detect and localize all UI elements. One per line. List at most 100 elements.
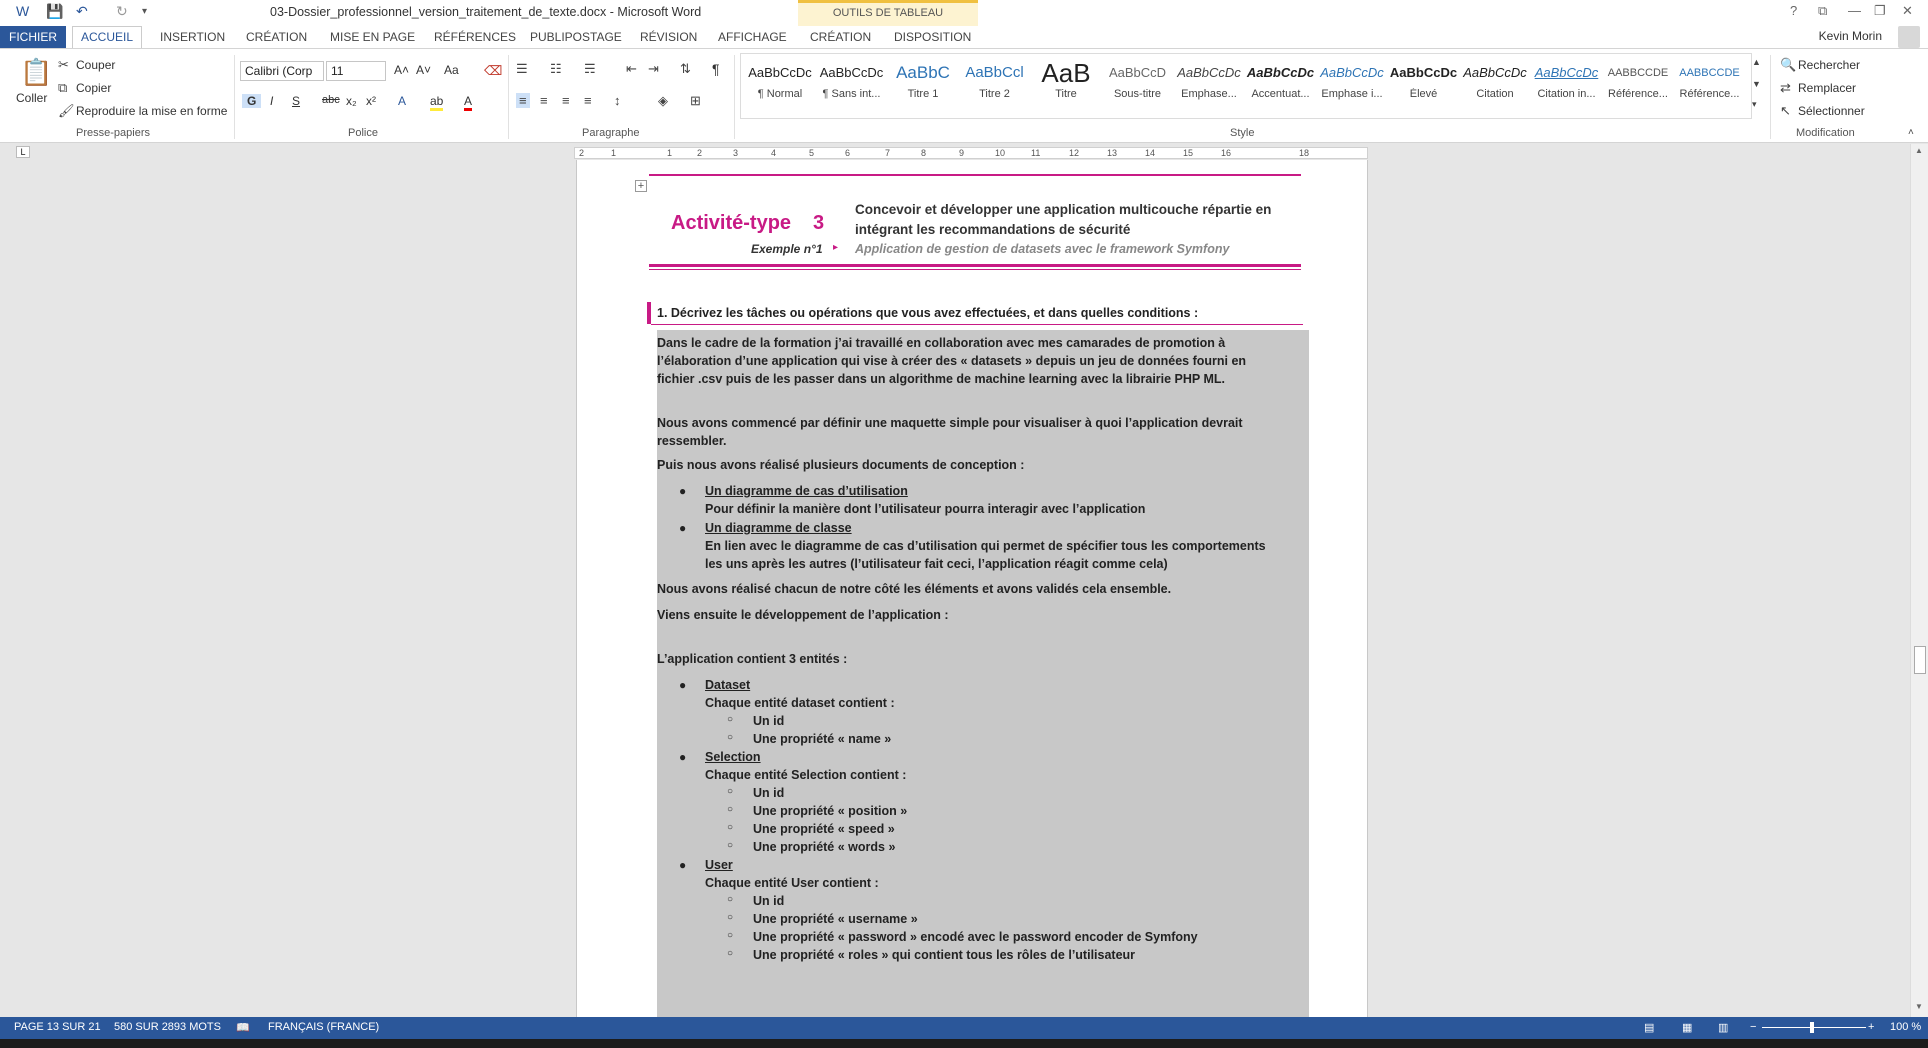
- style-item[interactable]: AaBbCcl Titre 2: [960, 58, 1030, 114]
- find-button[interactable]: Rechercher: [1798, 58, 1860, 72]
- document-page[interactable]: + Activité-type 3 Concevoir et développe…: [576, 160, 1368, 1018]
- tab-file[interactable]: FICHIER: [0, 26, 66, 48]
- select-button[interactable]: Sélectionner: [1798, 104, 1865, 118]
- style-item[interactable]: AaB Titre: [1031, 58, 1101, 114]
- decrease-indent-icon[interactable]: ⇤: [626, 61, 637, 77]
- shading-icon[interactable]: ◈: [658, 93, 668, 109]
- horizontal-ruler[interactable]: 2 1 1 2 3 4 5 6 7 8 9 10 11 12 13 14 15 16 18: [574, 147, 1368, 159]
- tab-table-design[interactable]: CRÉATION: [810, 30, 871, 44]
- style-item[interactable]: AaBbCcDc Citation in...: [1532, 58, 1602, 114]
- shrink-font-button[interactable]: A˅: [416, 63, 431, 77]
- style-item[interactable]: AaBbCcDc Élevé: [1389, 58, 1459, 114]
- highlight-button[interactable]: ab: [430, 94, 444, 111]
- tab-view[interactable]: AFFICHAGE: [718, 30, 787, 44]
- tab-references[interactable]: RÉFÉRENCES: [434, 30, 516, 44]
- minimize-icon[interactable]: —: [1848, 3, 1861, 18]
- zoom-slider[interactable]: [1762, 1027, 1866, 1028]
- read-mode-icon[interactable]: ▤: [1644, 1021, 1654, 1034]
- style-item[interactable]: AaBbCcDc ¶ Sans int...: [817, 58, 887, 114]
- bullet2-desc-line2: les uns après les autres (l’utilisateur …: [705, 557, 1168, 571]
- style-item[interactable]: AaBbCcDc Emphase...: [1174, 58, 1244, 114]
- scroll-up-icon[interactable]: ▲: [1915, 146, 1923, 155]
- scroll-thumb[interactable]: [1914, 646, 1926, 674]
- entity3-title: User: [705, 858, 733, 872]
- tab-insert[interactable]: INSERTION: [160, 30, 225, 44]
- line-spacing-icon[interactable]: ↕: [614, 93, 621, 108]
- text-effects-button[interactable]: A: [398, 94, 406, 108]
- show-marks-button[interactable]: ¶: [712, 61, 720, 77]
- tab-mailings[interactable]: PUBLIPOSTAGE: [530, 30, 622, 44]
- print-layout-icon[interactable]: ▦: [1682, 1021, 1692, 1034]
- word-count[interactable]: 580 SUR 2893 MOTS: [114, 1021, 221, 1033]
- multilevel-list-icon[interactable]: ☴: [584, 61, 596, 77]
- ribbon-display-icon[interactable]: ⧉: [1818, 3, 1827, 19]
- undo-icon[interactable]: ↶: [76, 3, 88, 20]
- styles-scroll-up-icon[interactable]: ▲: [1752, 57, 1761, 67]
- format-painter-button[interactable]: Reproduire la mise en forme: [76, 104, 227, 118]
- tab-table-layout[interactable]: DISPOSITION: [894, 30, 971, 44]
- proofing-icon[interactable]: 📖: [236, 1021, 250, 1034]
- tab-design[interactable]: CRÉATION: [246, 30, 307, 44]
- zoom-level[interactable]: 100 %: [1890, 1021, 1921, 1033]
- redo-icon[interactable]: ↻: [116, 3, 128, 20]
- tab-layout[interactable]: MISE EN PAGE: [330, 30, 415, 44]
- customize-qat-icon[interactable]: ▾: [142, 6, 147, 17]
- tab-selector-icon[interactable]: L: [16, 146, 30, 158]
- tab-review[interactable]: RÉVISION: [640, 30, 697, 44]
- align-right-icon[interactable]: ≡: [562, 93, 570, 108]
- paste-button[interactable]: Coller: [16, 91, 47, 105]
- scroll-down-icon[interactable]: ▼: [1915, 1002, 1923, 1011]
- collapse-ribbon-icon[interactable]: ˄: [1908, 127, 1914, 138]
- vertical-scrollbar[interactable]: ▲ ▼: [1910, 144, 1928, 1017]
- table-move-handle-icon[interactable]: +: [635, 180, 647, 192]
- close-icon[interactable]: ✕: [1902, 3, 1913, 19]
- justify-icon[interactable]: ≡: [584, 93, 592, 108]
- style-item[interactable]: AaBbCcDc ¶ Normal: [745, 58, 815, 114]
- sort-icon[interactable]: ⇅: [680, 61, 691, 77]
- replace-button[interactable]: Remplacer: [1798, 81, 1856, 95]
- styles-scroll-down-icon[interactable]: ▼: [1752, 79, 1761, 89]
- style-item[interactable]: AaBbCcDc Citation: [1460, 58, 1530, 114]
- zoom-out-icon[interactable]: −: [1750, 1021, 1756, 1033]
- style-item[interactable]: AaBbCcDc Accentuat...: [1246, 58, 1316, 114]
- align-center-icon[interactable]: ≡: [540, 93, 548, 108]
- web-layout-icon[interactable]: ▥: [1718, 1021, 1728, 1034]
- language-indicator[interactable]: FRANÇAIS (FRANCE): [268, 1021, 379, 1033]
- user-name[interactable]: Kevin Morin: [1819, 29, 1882, 43]
- page-count[interactable]: PAGE 13 SUR 21: [14, 1021, 101, 1033]
- style-item[interactable]: AaBbCcD Sous-titre: [1103, 58, 1173, 114]
- font-family-select[interactable]: Calibri (Corp: [240, 61, 324, 81]
- clear-formatting-icon[interactable]: ⌫: [484, 63, 502, 79]
- strikethrough-button[interactable]: abc: [322, 94, 340, 106]
- styles-more-icon[interactable]: ▾: [1752, 99, 1757, 110]
- font-size-select[interactable]: 11: [326, 61, 386, 81]
- bullets-icon[interactable]: ☰: [516, 61, 528, 77]
- style-item[interactable]: AaBbC Titre 1: [888, 58, 958, 114]
- avatar[interactable]: [1898, 26, 1920, 48]
- superscript-button[interactable]: x²: [366, 94, 376, 108]
- change-case-button[interactable]: Aa: [444, 63, 459, 77]
- numbering-icon[interactable]: ☷: [550, 61, 562, 77]
- bold-button[interactable]: G: [242, 94, 262, 108]
- style-item[interactable]: AABBCCDE Référence...: [1603, 58, 1673, 114]
- paste-icon[interactable]: 📋: [20, 57, 52, 88]
- grow-font-button[interactable]: A˄: [394, 63, 409, 77]
- style-item[interactable]: AaBbCcDc Emphase i...: [1317, 58, 1387, 114]
- borders-icon[interactable]: ⊞: [690, 93, 701, 109]
- font-color-button[interactable]: A: [464, 94, 473, 111]
- increase-indent-icon[interactable]: ⇥: [648, 61, 659, 77]
- tab-home[interactable]: ACCUEIL: [72, 26, 142, 49]
- copy-button[interactable]: Copier: [76, 81, 111, 95]
- style-item[interactable]: AABBCCDE Référence...: [1675, 58, 1745, 114]
- zoom-in-icon[interactable]: +: [1868, 1021, 1874, 1033]
- subscript-button[interactable]: x₂: [346, 94, 357, 108]
- underline-button[interactable]: S: [292, 94, 300, 108]
- cut-button[interactable]: Couper: [76, 58, 115, 72]
- italic-button[interactable]: I: [270, 94, 273, 108]
- align-left-icon[interactable]: ≡: [516, 93, 530, 108]
- entity2-item: Une propriété « speed »: [753, 822, 895, 836]
- zoom-slider-thumb[interactable]: [1810, 1022, 1814, 1033]
- restore-icon[interactable]: ❐: [1874, 3, 1886, 19]
- help-icon[interactable]: ?: [1790, 3, 1797, 18]
- save-icon[interactable]: 💾: [46, 3, 63, 20]
